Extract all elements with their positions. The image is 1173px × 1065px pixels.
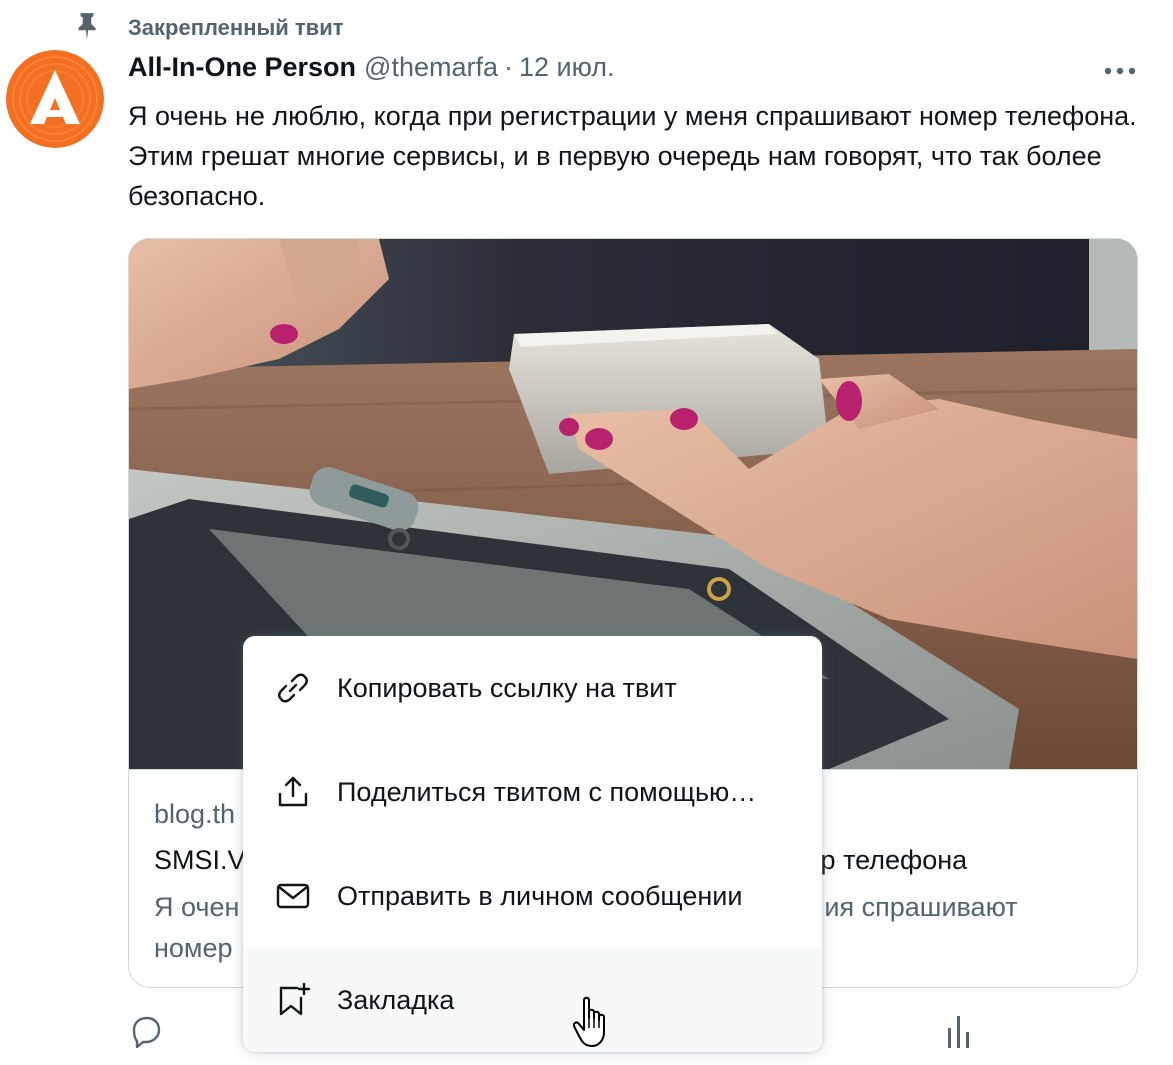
tweet-date[interactable]: 12 июл. [519,52,615,83]
tweet-text: Я очень не люблю, когда при регистрации … [128,101,1137,211]
bookmark-add-icon [279,982,311,1016]
analytics-icon [948,1016,969,1048]
more-options-button[interactable] [1100,56,1140,86]
user-handle[interactable]: @themarfa [364,52,498,83]
link-icon [278,673,308,703]
tweet-share-menu: Копировать ссылку на твит Поделиться тви… [243,636,822,1052]
more-dots-icon [1104,67,1136,75]
menu-item-label: Закладка [337,984,455,1015]
tweet-page: Закрепленный твит All-In-One Person @the… [0,0,1173,1065]
pin-icon [78,13,96,40]
brand-logo-icon [6,50,104,148]
menu-item-copy-link[interactable]: Копировать ссылку на твит [243,636,822,740]
menu-item-label: Отправить в личном сообщении [337,880,743,911]
reply-button[interactable] [126,1012,166,1052]
menu-item-share-via[interactable]: Поделиться твитом с помощью… [243,740,822,844]
reply-icon [132,1016,161,1049]
tweet-header: All-In-One Person @themarfa · 12 июл. [128,52,615,92]
envelope-icon [276,883,310,909]
avatar[interactable] [6,50,104,148]
share-icon [278,776,308,807]
analytics-button[interactable] [944,1014,974,1050]
menu-item-send-dm[interactable]: Отправить в личном сообщении [243,844,822,948]
pinned-label: Закрепленный твит [128,15,344,40]
separator-dot: · [504,52,513,82]
menu-item-label: Копировать ссылку на твит [337,672,677,703]
card-domain: blog.th [154,799,236,829]
menu-item-label: Поделиться твитом с помощью… [337,776,757,807]
display-name[interactable]: All-In-One Person [128,52,356,83]
menu-item-bookmark[interactable]: Закладка [243,948,822,1052]
pinned-indicator: Закрепленный твит [74,8,344,44]
